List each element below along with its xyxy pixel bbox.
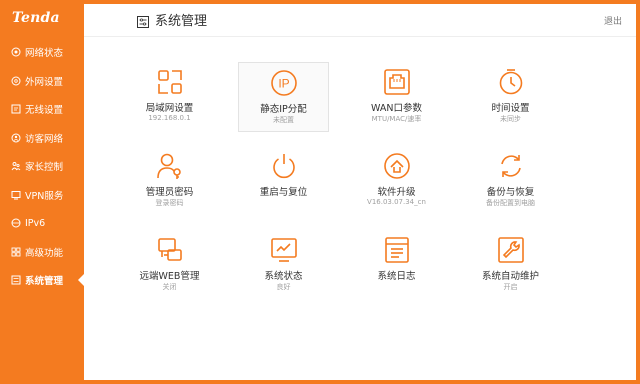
tile-label: WAN口参数 <box>371 103 422 114</box>
tile-status: 未配置 <box>273 116 294 124</box>
tile-lan-settings[interactable]: 局域网设置 192.168.0.1 <box>124 62 215 132</box>
network-status-icon <box>11 47 21 57</box>
sidebar-item-label: VPN服务 <box>25 190 64 202</box>
log-icon <box>383 236 411 264</box>
remote-web-icon <box>156 236 184 264</box>
globe-icon <box>11 76 21 86</box>
main-panel: 系统管理 退出 局域网设置 192.168.0.1 IP 静态IP分配 未配置 <box>84 4 636 380</box>
system-status-icon <box>270 236 298 264</box>
sidebar-item-advanced[interactable]: 高级功能 <box>0 238 84 267</box>
tile-wan-port[interactable]: WAN口参数 MTU/MAC/速率 <box>351 62 442 132</box>
svg-text:IP: IP <box>278 77 289 91</box>
sidebar-item-parental-control[interactable]: 家长控制 <box>0 152 84 181</box>
tile-time-settings[interactable]: 时间设置 未同步 <box>465 62 556 132</box>
sidebar-item-label: 网络状态 <box>25 48 64 60</box>
sidebar-item-label: 高级功能 <box>25 247 64 259</box>
tile-status: 未同步 <box>500 115 521 123</box>
tile-label: 管理员密码 <box>145 187 194 198</box>
advanced-icon <box>11 247 21 257</box>
tile-label: 软件升级 <box>377 187 416 198</box>
tile-status: 良好 <box>276 283 291 291</box>
tile-system-log[interactable]: 系统日志 <box>351 230 442 300</box>
tile-remote-web[interactable]: 远端WEB管理 关闭 <box>124 230 215 300</box>
app-frame: Tenda 网络状态 外网设置 无线设置 访客网络 家长控制 VPN服务 IPv… <box>0 0 640 384</box>
tile-reboot-reset[interactable]: 重启与复位 <box>238 146 329 216</box>
sidebar-item-label: 系统管理 <box>25 276 64 288</box>
tile-status: 登录密码 <box>155 199 184 207</box>
sidebar-item-ipv6[interactable]: IPv6 <box>0 209 84 238</box>
sidebar-item-wireless[interactable]: 无线设置 <box>0 95 84 124</box>
wifi-settings-icon <box>11 104 21 114</box>
guest-icon <box>11 133 21 143</box>
maintenance-icon <box>497 236 525 264</box>
tenda-logo: Tenda <box>12 10 60 26</box>
sidebar: Tenda 网络状态 外网设置 无线设置 访客网络 家长控制 VPN服务 IPv… <box>0 0 84 384</box>
sidebar-item-guest-network[interactable]: 访客网络 <box>0 124 84 153</box>
sidebar-item-network-status[interactable]: 网络状态 <box>0 38 84 67</box>
tile-auto-maintenance[interactable]: 系统自动维护 开启 <box>465 230 556 300</box>
static-ip-icon: IP <box>270 69 298 97</box>
sidebar-item-wan-settings[interactable]: 外网设置 <box>0 67 84 96</box>
tile-status: 关闭 <box>162 283 177 291</box>
wan-port-icon <box>383 68 411 96</box>
parental-icon <box>11 161 21 171</box>
tile-admin-password[interactable]: 管理员密码 登录密码 <box>124 146 215 216</box>
sidebar-item-label: 外网设置 <box>25 76 64 88</box>
tile-label: 远端WEB管理 <box>139 271 200 282</box>
upgrade-icon <box>383 152 411 180</box>
function-grid: 局域网设置 192.168.0.1 IP 静态IP分配 未配置 WAN口参数 M… <box>84 4 636 380</box>
ipv6-icon <box>11 218 21 228</box>
tile-backup-restore[interactable]: 备份与恢复 备份配置到电脑 <box>465 146 556 216</box>
tile-label: 重启与复位 <box>259 187 308 198</box>
system-icon <box>11 275 21 285</box>
tile-status: 192.168.0.1 <box>148 114 191 122</box>
tile-status: 备份配置到电脑 <box>486 199 535 207</box>
tile-label: 局域网设置 <box>145 103 194 114</box>
tile-label: 系统自动维护 <box>481 271 539 282</box>
clock-icon <box>497 68 525 96</box>
tile-status: V16.03.07.34_cn <box>367 198 426 206</box>
lan-icon <box>156 68 184 96</box>
tile-label: 系统状态 <box>264 271 303 282</box>
sidebar-nav: 网络状态 外网设置 无线设置 访客网络 家长控制 VPN服务 IPv6 高级功能… <box>0 38 84 295</box>
sidebar-item-label: IPv6 <box>25 217 46 229</box>
tile-status: MTU/MAC/速率 <box>371 115 422 123</box>
vpn-icon <box>11 190 21 200</box>
sidebar-item-vpn[interactable]: VPN服务 <box>0 181 84 210</box>
sidebar-item-label: 访客网络 <box>25 133 64 145</box>
backup-restore-icon <box>497 152 525 180</box>
power-icon <box>270 152 298 180</box>
sidebar-item-system-management[interactable]: 系统管理 <box>0 266 84 295</box>
tile-system-status[interactable]: 系统状态 良好 <box>238 230 329 300</box>
tile-label: 备份与恢复 <box>486 187 535 198</box>
admin-password-icon <box>156 152 184 180</box>
tile-status: 开启 <box>503 283 518 291</box>
sidebar-item-label: 家长控制 <box>25 162 64 174</box>
tile-static-ip[interactable]: IP 静态IP分配 未配置 <box>238 62 329 132</box>
tile-software-upgrade[interactable]: 软件升级 V16.03.07.34_cn <box>351 146 442 216</box>
tile-label: 静态IP分配 <box>260 104 307 115</box>
tile-label: 时间设置 <box>491 103 530 114</box>
sidebar-item-label: 无线设置 <box>25 105 64 117</box>
tile-label: 系统日志 <box>377 271 416 282</box>
